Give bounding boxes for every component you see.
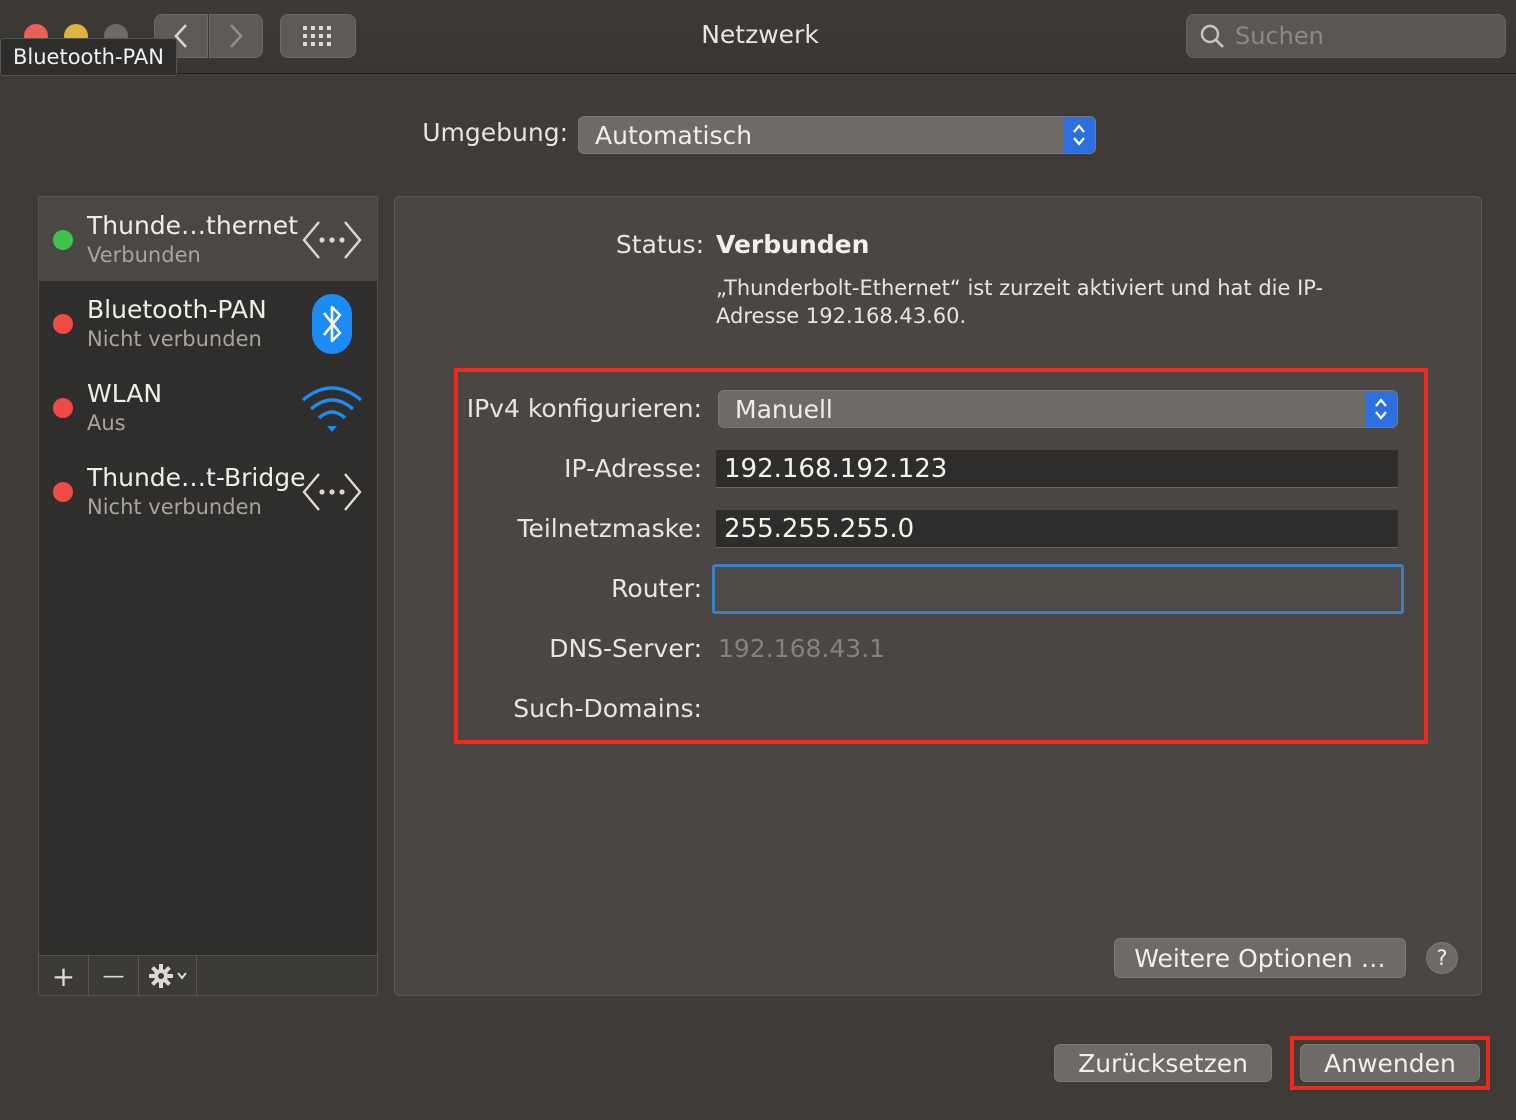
dns-server-label: DNS-Server: bbox=[549, 634, 702, 663]
service-name: WLAN bbox=[87, 379, 163, 408]
service-name: Bluetooth-PAN bbox=[87, 295, 267, 324]
ip-address-field[interactable]: 192.168.192.123 bbox=[716, 450, 1398, 488]
dns-server-value[interactable]: 192.168.43.1 bbox=[718, 634, 885, 663]
wifi-icon bbox=[299, 375, 365, 441]
service-name: Thunde…thernet bbox=[87, 211, 298, 240]
service-item-thunderbolt-bridge[interactable]: Thunde…t-Bridge Nicht verbunden bbox=[39, 449, 377, 533]
service-list: Thunde…thernet Verbunden Bluetooth-PAN N… bbox=[38, 196, 378, 996]
ip-address-label: IP-Adresse: bbox=[564, 454, 702, 483]
subnet-mask-field[interactable]: 255.255.255.0 bbox=[716, 510, 1398, 548]
ipv4-value: Manuell bbox=[735, 394, 833, 424]
ipv4-config-popup[interactable]: Manuell bbox=[718, 390, 1398, 428]
service-item-wlan[interactable]: WLAN Aus bbox=[39, 365, 377, 449]
search-domains-label: Such-Domains: bbox=[513, 694, 702, 723]
more-options-button[interactable]: Weitere Optionen … bbox=[1114, 938, 1406, 978]
help-button[interactable]: ? bbox=[1426, 942, 1458, 974]
chevron-right-icon bbox=[230, 24, 243, 48]
tooltip: Bluetooth-PAN bbox=[0, 38, 177, 76]
location-label: Umgebung: bbox=[422, 118, 568, 147]
grid-icon bbox=[303, 26, 331, 46]
service-name: Thunde…t-Bridge bbox=[87, 463, 306, 492]
ipv4-label: IPv4 konfigurieren: bbox=[466, 394, 702, 423]
status-dot-red bbox=[53, 482, 73, 502]
show-all-button[interactable] bbox=[280, 14, 356, 58]
location-popup[interactable]: Automatisch bbox=[578, 116, 1096, 154]
bluetooth-icon bbox=[299, 291, 365, 357]
service-status: Nicht verbunden bbox=[87, 495, 262, 519]
remove-service-button[interactable]: — bbox=[89, 956, 139, 996]
status-dot-green bbox=[53, 230, 73, 250]
ethernet-icon bbox=[299, 207, 365, 273]
ethernet-icon bbox=[299, 459, 365, 525]
service-item-thunderbolt-ethernet[interactable]: Thunde…thernet Verbunden bbox=[39, 197, 377, 281]
subnet-mask-label: Teilnetzmaske: bbox=[517, 514, 702, 543]
search-icon bbox=[1200, 24, 1224, 48]
location-value: Automatisch bbox=[595, 120, 753, 150]
status-value: Verbunden bbox=[716, 230, 870, 259]
status-dot-red bbox=[53, 398, 73, 418]
gear-icon bbox=[148, 964, 187, 988]
popup-stepper-icon bbox=[1063, 117, 1095, 153]
service-status: Verbunden bbox=[87, 243, 201, 267]
titlebar: Netzwerk Suchen bbox=[0, 0, 1516, 74]
action-menu-button[interactable] bbox=[139, 956, 197, 996]
service-list-toolbar: + — bbox=[39, 955, 377, 996]
add-service-button[interactable]: + bbox=[39, 956, 89, 996]
search-input[interactable]: Suchen bbox=[1186, 14, 1506, 58]
service-status: Nicht verbunden bbox=[87, 327, 262, 351]
status-dot-red bbox=[53, 314, 73, 334]
window-title: Netzwerk bbox=[701, 20, 819, 49]
forward-button[interactable] bbox=[209, 14, 263, 58]
popup-stepper-icon bbox=[1365, 391, 1397, 427]
status-label: Status: bbox=[615, 230, 704, 259]
service-item-bluetooth-pan[interactable]: Bluetooth-PAN Nicht verbunden bbox=[39, 281, 377, 365]
router-label: Router: bbox=[611, 574, 702, 603]
router-field[interactable] bbox=[712, 564, 1404, 614]
service-status: Aus bbox=[87, 411, 126, 435]
reset-button[interactable]: Zurücksetzen bbox=[1054, 1044, 1272, 1082]
apply-button[interactable]: Anwenden bbox=[1300, 1044, 1480, 1082]
search-placeholder: Suchen bbox=[1235, 22, 1324, 50]
status-description: „Thunderbolt-Ethernet“ ist zurzeit aktiv… bbox=[716, 276, 1324, 328]
